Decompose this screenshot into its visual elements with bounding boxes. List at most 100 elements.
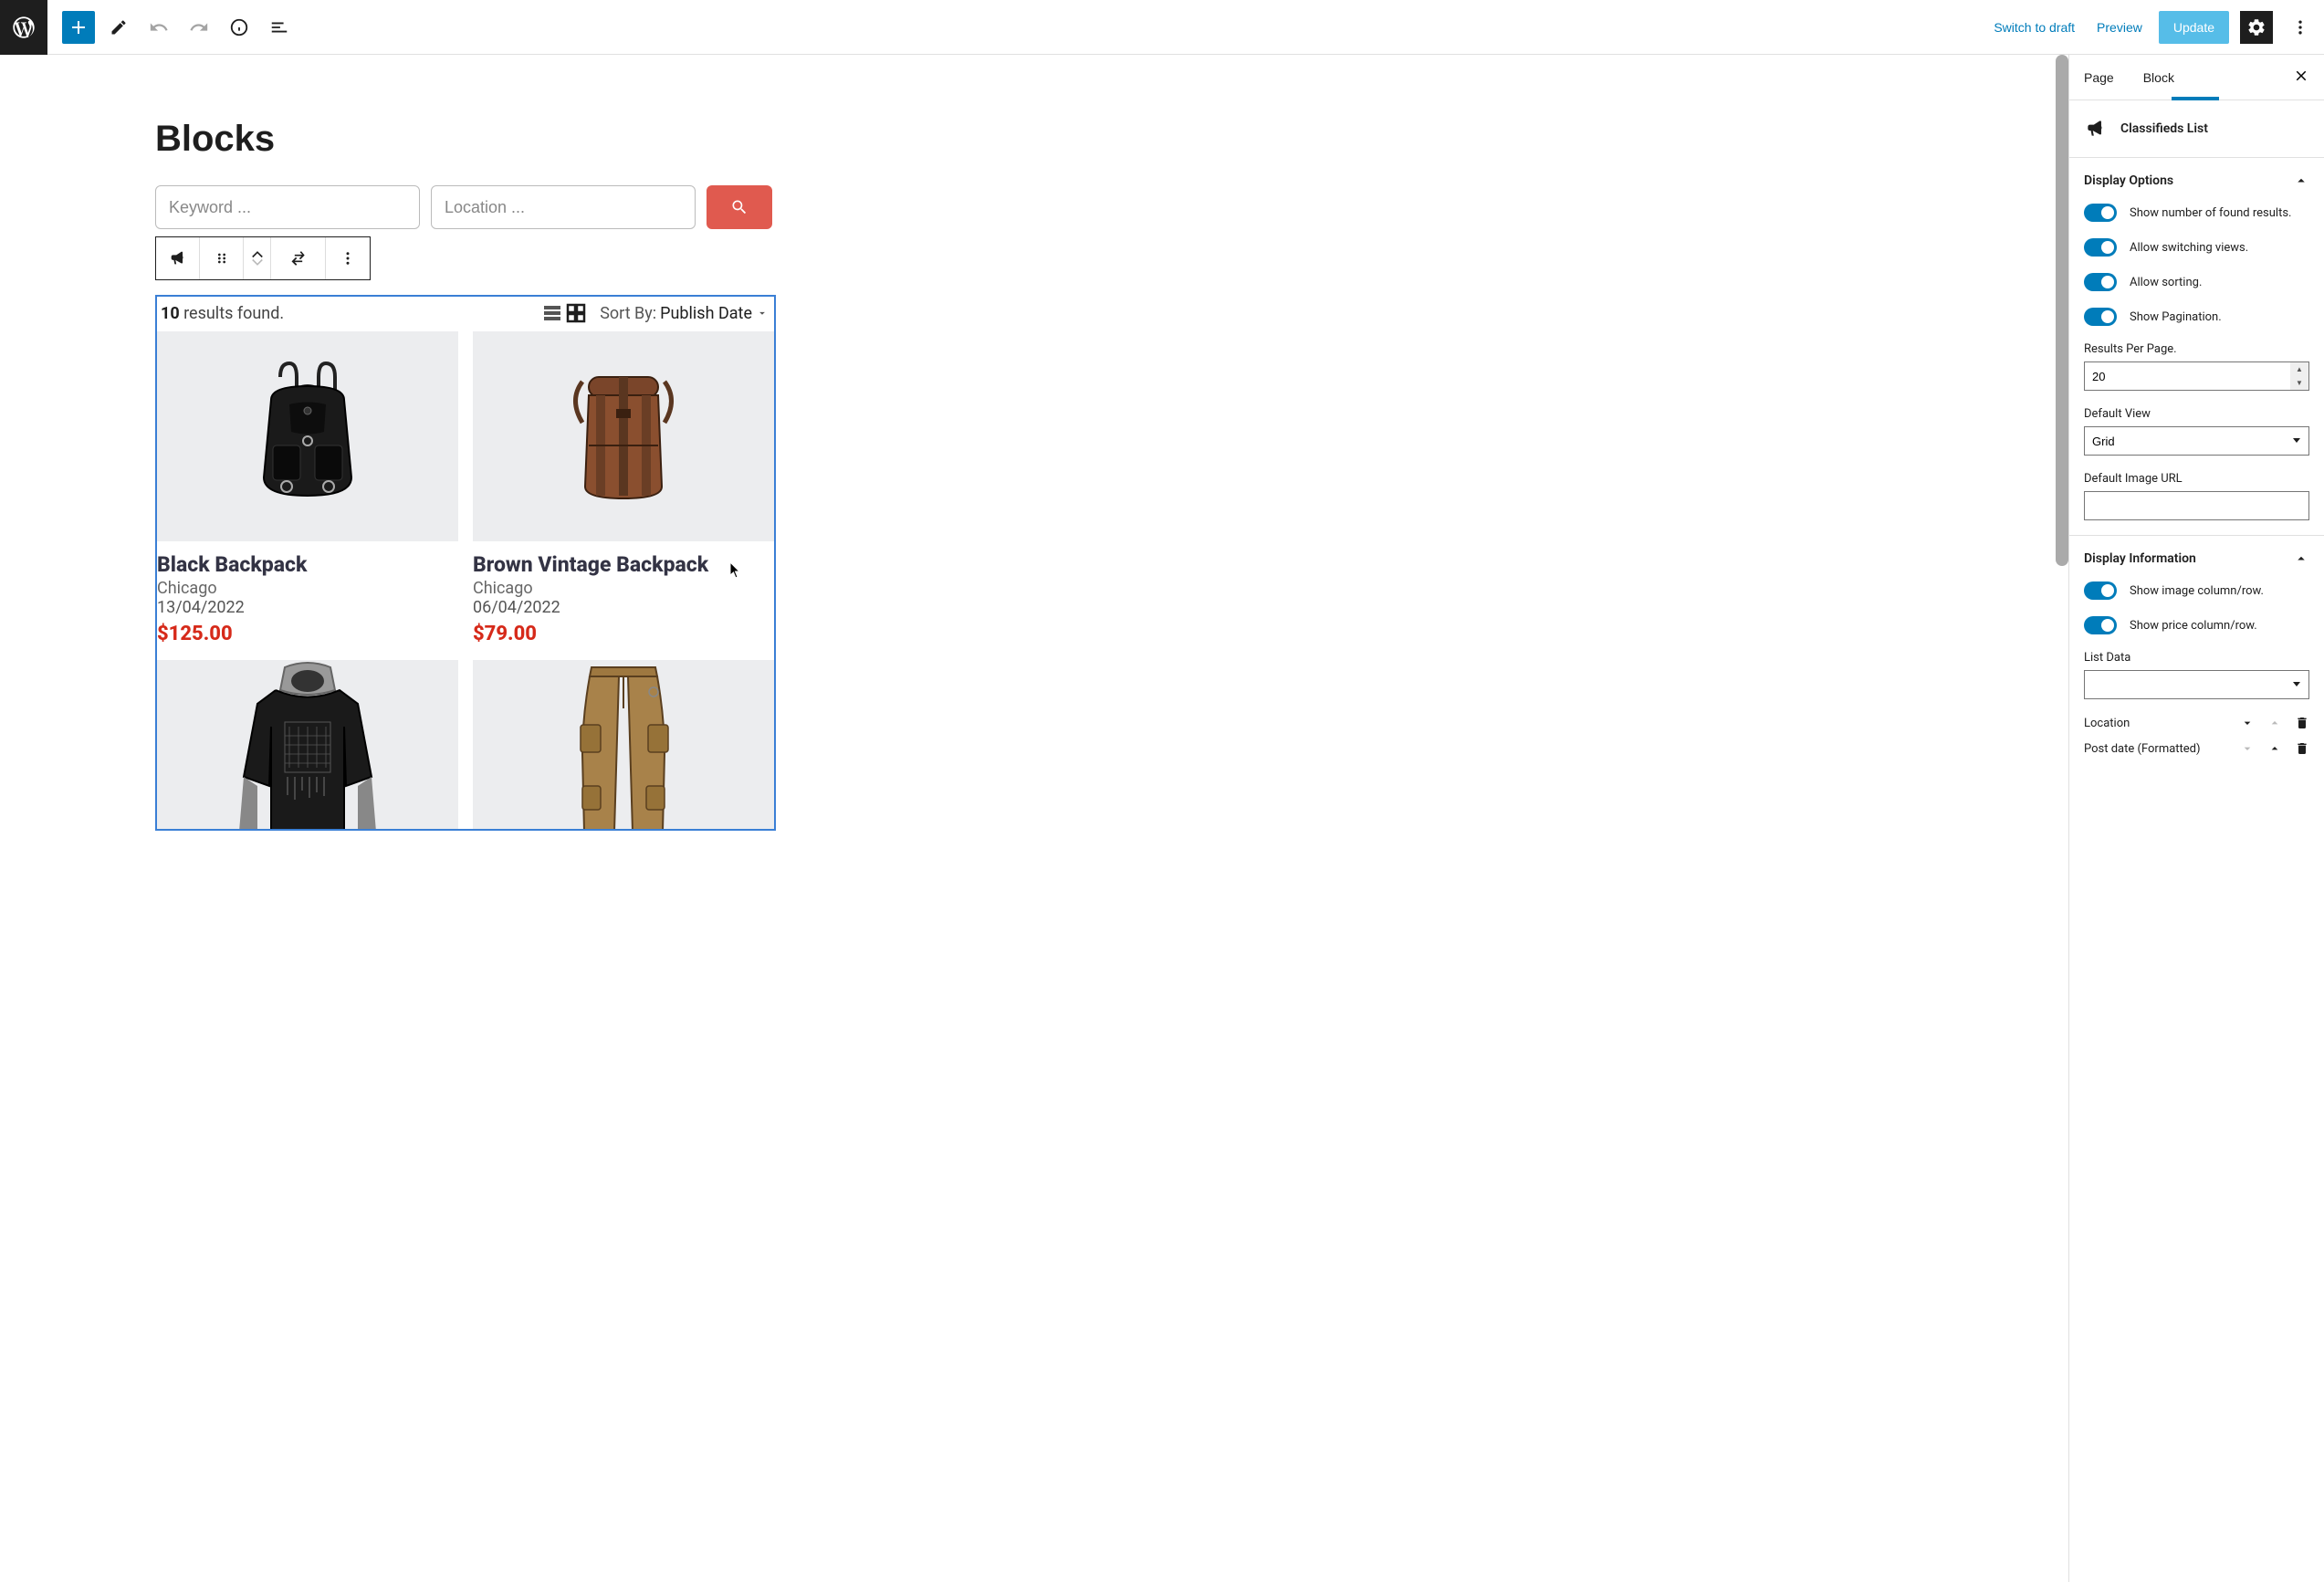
default-image-input[interactable] xyxy=(2084,491,2309,520)
page-title[interactable]: Blocks xyxy=(155,119,2032,160)
settings-sidebar: Page Block Classifieds List Display Opti… xyxy=(2068,55,2324,1582)
scrollbar[interactable] xyxy=(2056,55,2068,566)
more-options-button[interactable] xyxy=(2284,11,2317,44)
wordpress-logo[interactable] xyxy=(0,0,47,55)
number-spinner[interactable]: ▲▼ xyxy=(2290,362,2308,390)
plus-icon xyxy=(68,16,89,38)
settings-button[interactable] xyxy=(2240,11,2273,44)
result-card[interactable] xyxy=(473,660,774,829)
block-name: Classifieds List xyxy=(2120,121,2208,136)
gear-icon xyxy=(2246,17,2266,37)
toggle-show-price[interactable] xyxy=(2084,616,2117,634)
panel-display-information: Display Information Show image column/ro… xyxy=(2069,535,2324,776)
editor-canvas[interactable]: Blocks xyxy=(0,55,2068,1582)
close-sidebar-button[interactable] xyxy=(2278,55,2324,100)
chevron-up-icon xyxy=(2293,173,2309,189)
black-hoodie-illustration xyxy=(207,660,408,829)
sort-by-label: Sort By: xyxy=(600,304,656,323)
swap-icon xyxy=(289,249,308,267)
block-header: Classifieds List xyxy=(2069,100,2324,157)
results-count-suffix: results found. xyxy=(180,304,284,323)
card-image xyxy=(473,331,774,541)
block-type-button[interactable] xyxy=(156,237,200,279)
update-button[interactable]: Update xyxy=(2159,11,2229,44)
add-block-button[interactable] xyxy=(62,11,95,44)
megaphone-icon xyxy=(168,248,188,268)
redo-icon xyxy=(189,17,209,37)
card-image xyxy=(157,660,458,829)
panel-display-options: Display Options Show number of found res… xyxy=(2069,157,2324,535)
search-row xyxy=(155,185,2032,229)
results-per-page-label: Results Per Page. xyxy=(2084,342,2309,356)
search-button[interactable] xyxy=(707,185,772,229)
chevron-down-icon[interactable] xyxy=(756,307,769,320)
undo-button[interactable] xyxy=(142,11,175,44)
chevron-down-icon[interactable] xyxy=(2240,741,2255,756)
block-more-button[interactable] xyxy=(326,237,370,279)
result-card[interactable]: Black Backpack Chicago 13/04/2022 $125.0… xyxy=(157,331,458,645)
chevron-up-icon xyxy=(251,249,264,258)
tab-block[interactable]: Block xyxy=(2129,55,2189,100)
list-data-select[interactable] xyxy=(2084,670,2309,699)
redo-button[interactable] xyxy=(183,11,215,44)
more-vertical-icon xyxy=(340,250,356,267)
result-card[interactable] xyxy=(157,660,458,829)
list-view-icon[interactable] xyxy=(541,302,563,324)
toggle-label: Allow sorting. xyxy=(2130,276,2202,289)
toggle-show-results[interactable] xyxy=(2084,204,2117,222)
block-toolbar xyxy=(155,236,371,280)
location-input[interactable] xyxy=(431,185,696,229)
trash-icon[interactable] xyxy=(2295,741,2309,756)
list-data-label: List Data xyxy=(2084,651,2309,665)
results-per-page-input[interactable] xyxy=(2084,361,2309,391)
info-button[interactable] xyxy=(223,11,256,44)
chevron-up-icon[interactable] xyxy=(2267,716,2282,730)
card-location: Chicago xyxy=(473,579,774,598)
chevron-up-icon xyxy=(2293,550,2309,567)
card-location: Chicago xyxy=(157,579,458,598)
toggle-allow-views[interactable] xyxy=(2084,238,2117,257)
more-vertical-icon xyxy=(2291,18,2309,37)
panel-toggle[interactable]: Display Options xyxy=(2069,158,2324,204)
tab-page[interactable]: Page xyxy=(2069,55,2129,100)
keyword-input[interactable] xyxy=(155,185,420,229)
results-count: 10 xyxy=(161,304,180,323)
results-grid: Black Backpack Chicago 13/04/2022 $125.0… xyxy=(157,331,774,829)
classifieds-list-block[interactable]: 10 results found. Sort By: Publish Date xyxy=(155,295,776,831)
sidebar-tabs: Page Block xyxy=(2069,55,2324,100)
trash-icon[interactable] xyxy=(2295,716,2309,730)
black-backpack-illustration xyxy=(216,345,399,528)
default-view-label: Default View xyxy=(2084,407,2309,421)
chevron-up-icon[interactable] xyxy=(2267,741,2282,756)
drag-icon xyxy=(215,251,229,266)
card-image xyxy=(157,331,458,541)
toggle-allow-sorting[interactable] xyxy=(2084,273,2117,291)
toggle-label: Show Pagination. xyxy=(2130,310,2222,324)
outline-button[interactable] xyxy=(263,11,296,44)
list-data-row: Post date (Formatted) xyxy=(2084,736,2309,761)
list-data-row: Location xyxy=(2084,710,2309,736)
chevron-down-icon[interactable] xyxy=(2240,716,2255,730)
switch-to-draft-button[interactable]: Switch to draft xyxy=(1988,11,2080,44)
toggle-show-image[interactable] xyxy=(2084,581,2117,600)
mouse-cursor-icon xyxy=(730,562,743,579)
default-image-label: Default Image URL xyxy=(2084,472,2309,486)
card-price: $79.00 xyxy=(473,623,774,645)
drag-handle[interactable] xyxy=(200,237,244,279)
edit-mode-button[interactable] xyxy=(102,11,135,44)
toggle-show-pagination[interactable] xyxy=(2084,308,2117,326)
default-view-select[interactable]: Grid xyxy=(2084,426,2309,456)
search-icon xyxy=(730,198,748,216)
preview-button[interactable]: Preview xyxy=(2091,11,2148,44)
card-date: 06/04/2022 xyxy=(473,598,774,617)
sort-by-value[interactable]: Publish Date xyxy=(660,304,752,323)
toggle-label: Show image column/row. xyxy=(2130,584,2264,598)
move-buttons[interactable] xyxy=(244,237,271,279)
transform-button[interactable] xyxy=(271,237,326,279)
brown-backpack-illustration xyxy=(532,345,715,528)
list-view-icon xyxy=(269,17,289,37)
grid-view-icon[interactable] xyxy=(565,302,587,324)
panel-toggle[interactable]: Display Information xyxy=(2069,536,2324,581)
close-icon xyxy=(2293,68,2309,84)
result-card[interactable]: Brown Vintage Backpack Chicago 06/04/202… xyxy=(473,331,774,645)
